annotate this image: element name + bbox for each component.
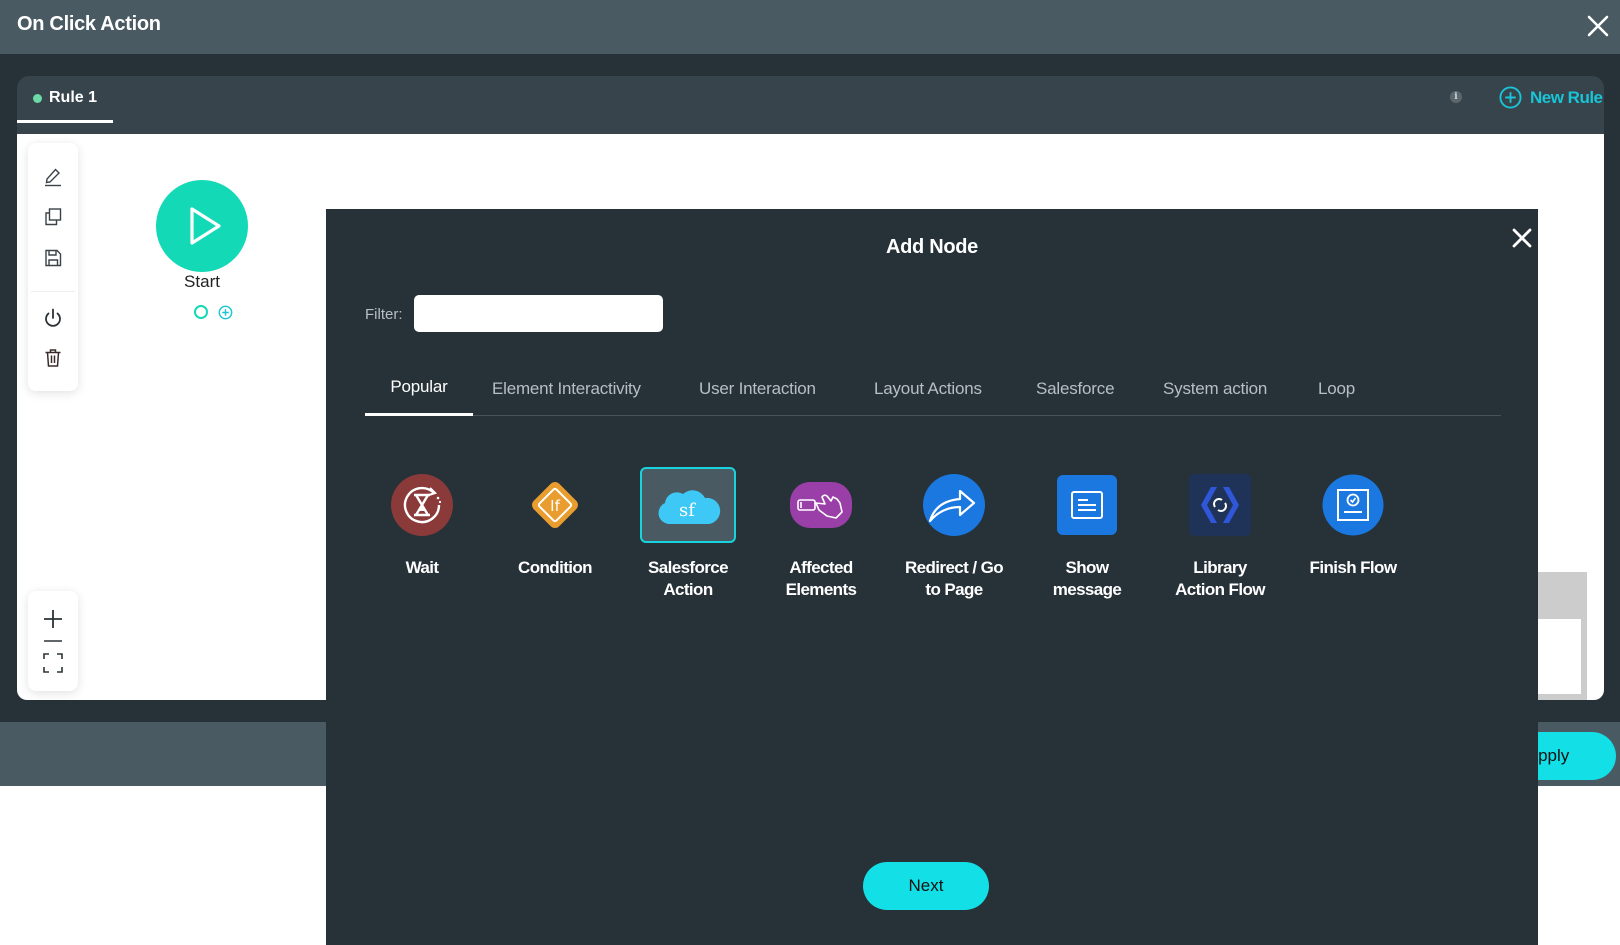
- start-node-label: Start: [184, 272, 220, 291]
- node-condition[interactable]: If Condition: [495, 467, 615, 579]
- zoom-controls: [28, 591, 78, 691]
- node-label: Redirect / Go to Page: [904, 558, 1004, 599]
- tab-salesforce[interactable]: Salesforce: [1036, 361, 1115, 416]
- node-redirect[interactable]: Redirect / Go to Page: [894, 467, 1014, 601]
- close-icon[interactable]: [1586, 14, 1610, 38]
- node-show-message[interactable]: Show message: [1027, 467, 1147, 601]
- hand-pointer-icon: [790, 482, 852, 528]
- save-icon[interactable]: [41, 246, 65, 270]
- copy-icon[interactable]: [41, 205, 65, 229]
- svg-text:If: If: [550, 497, 560, 515]
- next-button[interactable]: Next: [863, 862, 989, 910]
- new-rule-label: New Rule: [1530, 87, 1603, 107]
- new-rule-button[interactable]: New Rule: [1499, 86, 1603, 109]
- toolbar-divider: [31, 291, 75, 292]
- category-tabs: Popular Element Interactivity User Inter…: [365, 361, 1501, 416]
- canvas-toolbar: [28, 143, 78, 391]
- node-label: Library Action Flow: [1175, 558, 1265, 599]
- finish-flow-icon: [1322, 474, 1384, 536]
- tab-loop[interactable]: Loop: [1318, 361, 1355, 416]
- node-wait[interactable]: Wait: [362, 467, 482, 579]
- rule-status-dot: [33, 93, 42, 103]
- plus-circle-icon: [1499, 86, 1522, 109]
- edit-icon[interactable]: [41, 165, 65, 189]
- trash-icon[interactable]: [41, 346, 65, 370]
- add-node-modal: Add Node Filter: Popular Element Interac…: [326, 209, 1538, 945]
- message-icon: [1057, 475, 1117, 535]
- share-arrow-icon: [923, 474, 985, 536]
- node-salesforce-action[interactable]: sf Salesforce Action: [628, 467, 748, 601]
- tab-popular[interactable]: Popular: [365, 361, 473, 416]
- filter-label: Filter:: [365, 306, 403, 323]
- selected-node-highlight: sf: [640, 467, 736, 543]
- node-label: Salesforce Action: [648, 558, 729, 599]
- play-icon: [190, 207, 221, 245]
- node-label: Show message: [1052, 558, 1122, 599]
- node-label: Wait: [405, 558, 439, 577]
- filter-input[interactable]: [414, 295, 663, 332]
- modal-close-icon[interactable]: [1510, 226, 1534, 250]
- modal-title: Add Node: [885, 236, 979, 258]
- start-output-port[interactable]: [194, 305, 208, 319]
- tab-element-interactivity[interactable]: Element Interactivity: [492, 361, 641, 416]
- rule-tabs-bar: Rule 1 i New Rule: [17, 76, 1604, 136]
- start-node[interactable]: [156, 180, 248, 272]
- power-icon[interactable]: [41, 306, 65, 330]
- zoom-out-icon[interactable]: [41, 629, 65, 653]
- rule-tab-1[interactable]: Rule 1: [17, 76, 113, 123]
- zoom-in-icon[interactable]: [41, 607, 65, 631]
- if-diamond-icon: If: [532, 482, 578, 528]
- fit-screen-icon[interactable]: [41, 651, 65, 675]
- svg-text:sf: sf: [679, 500, 696, 521]
- tab-system-action[interactable]: System action: [1163, 361, 1267, 416]
- window-header: On Click Action: [0, 0, 1620, 54]
- node-finish-flow[interactable]: Finish Flow: [1293, 467, 1413, 579]
- tab-layout-actions[interactable]: Layout Actions: [874, 361, 982, 416]
- hourglass-icon: [391, 474, 453, 536]
- node-label: Finish Flow: [1309, 558, 1398, 577]
- library-flow-icon: [1189, 474, 1251, 536]
- rule-tab-label: Rule 1: [49, 89, 98, 106]
- add-node-icon[interactable]: [218, 305, 233, 320]
- node-label: Condition: [518, 558, 593, 577]
- node-affected-elements[interactable]: Affected Elements: [761, 467, 881, 601]
- salesforce-cloud-icon: sf: [658, 490, 721, 524]
- node-label: Affected Elements: [785, 558, 857, 599]
- tab-user-interaction[interactable]: User Interaction: [699, 361, 816, 416]
- info-icon[interactable]: i: [1450, 91, 1462, 103]
- node-library-action-flow[interactable]: Library Action Flow: [1160, 467, 1280, 601]
- window-title: On Click Action: [17, 13, 161, 35]
